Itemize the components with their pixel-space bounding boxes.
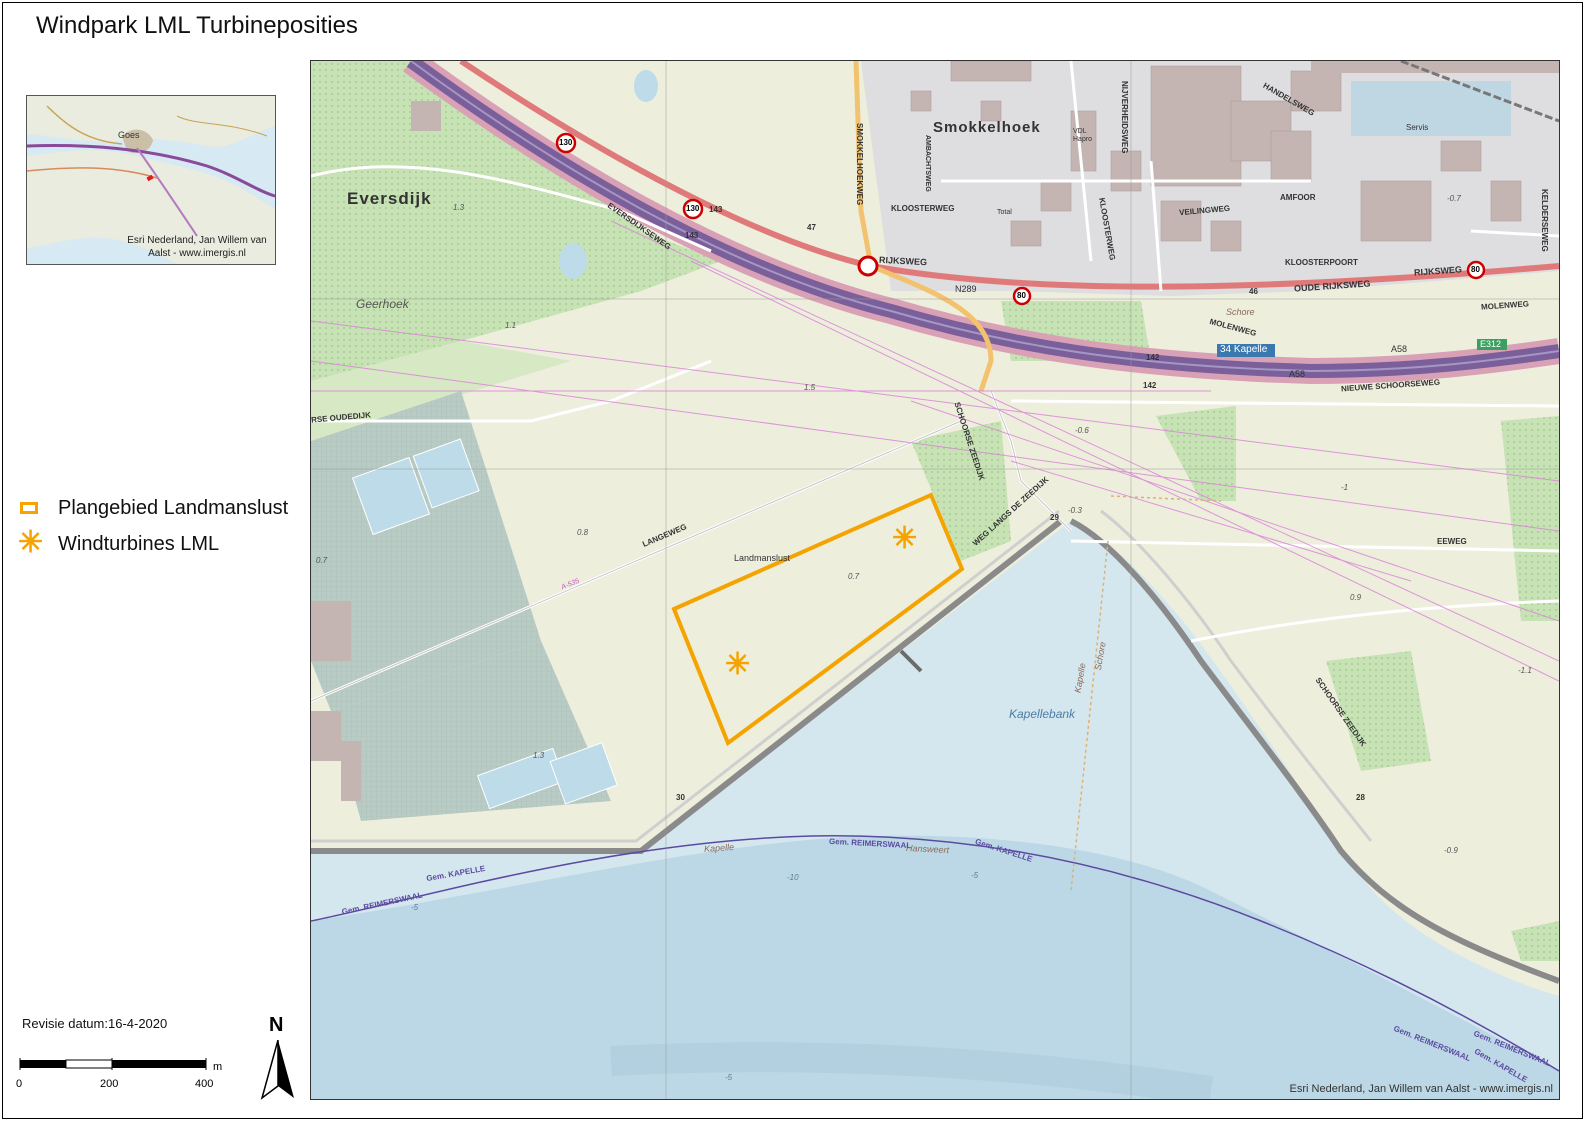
- number-143-b: 143: [685, 231, 699, 240]
- elevation-label: -0.7: [1447, 194, 1461, 203]
- number-142-a: 142: [1146, 353, 1160, 362]
- scale-tick-200: 200: [100, 1078, 119, 1090]
- north-label: N: [269, 1014, 284, 1036]
- revision-date: Revisie datum:16-4-2020: [22, 1016, 168, 1031]
- elevation-label: 0.7: [848, 572, 860, 581]
- road-smokkelhoekweg: SMOKKELHOEKWEG: [855, 123, 864, 206]
- legend: Plangebied Landmanslust ✳ Windturbines L…: [18, 490, 288, 562]
- road-kelderseweg: KELDERSEWEG: [1540, 189, 1549, 252]
- place-vdl: VDL Hapro: [1073, 128, 1093, 143]
- elevation-label: 0.9: [1350, 593, 1362, 602]
- road-eeweg: EEWEG: [1437, 537, 1467, 546]
- scale-tick-400: 400: [195, 1078, 214, 1090]
- shield-130-b: 130: [686, 204, 700, 213]
- inset-credit: Esri Nederland, Jan Willem van Aalst - w…: [127, 235, 267, 259]
- elevation-label: 1.1: [505, 321, 517, 330]
- road-a58: A58: [1289, 369, 1306, 379]
- turbine-marker-t2[interactable]: ✳: [725, 650, 750, 680]
- main-map[interactable]: ✳ ✳ Smokkelhoek Eversdijk Geerhoek Landm…: [310, 60, 1560, 1100]
- scale-bar: 0 200 400 m: [16, 1058, 233, 1098]
- overview-inset-map[interactable]: Goes Esri Nederland, Jan Willem van Aals…: [26, 95, 276, 265]
- number-28: 28: [1356, 793, 1365, 802]
- road-n289: N289: [955, 284, 977, 294]
- place-smokkelhoek: Smokkelhoek: [933, 119, 1041, 136]
- legend-item-windturbines: ✳ Windturbines LML: [18, 526, 288, 562]
- depth-label: -5: [971, 871, 979, 880]
- road-nijverheidsweg: NIJVERHEIDSWEG: [1120, 81, 1129, 154]
- road-e312: E312: [1480, 339, 1502, 349]
- elevation-label: 0.7: [316, 556, 328, 565]
- map-canvas: [311, 61, 1559, 1099]
- number-29: 29: [1050, 513, 1059, 522]
- place-servis: Servis: [1406, 123, 1429, 132]
- road-amfoor: AMFOOR: [1280, 193, 1316, 202]
- elevation-label: -0.6: [1075, 426, 1089, 435]
- road-a58-2: A58: [1391, 344, 1408, 354]
- place-geerhoek: Geerhoek: [356, 297, 409, 311]
- elevation-label: -1.1: [1518, 666, 1532, 675]
- place-kapellebank: Kapellebank: [1009, 707, 1076, 721]
- elevation-label: -1: [1341, 483, 1349, 492]
- number-47: 47: [807, 223, 816, 232]
- road-kloosterweg: KLOOSTERWEG: [891, 204, 955, 213]
- scale-unit: m: [213, 1061, 223, 1073]
- shield-80-a: 80: [1017, 291, 1026, 300]
- outline-rectangle-icon: [18, 496, 48, 520]
- road-kapelle-sign: 34 Kapelle: [1220, 344, 1268, 355]
- road-ambachtsweg: AMBACHTSWEG: [924, 135, 931, 192]
- elevation-label: -0.9: [1444, 846, 1458, 855]
- scale-tick-0: 0: [16, 1078, 23, 1090]
- place-landmanslust: Landmanslust: [734, 553, 791, 563]
- number-30: 30: [676, 793, 685, 802]
- number-46: 46: [1249, 287, 1258, 296]
- depth-label: -5: [411, 903, 419, 912]
- elevation-label: -0.3: [1068, 506, 1082, 515]
- place-eversdijk: Eversdijk: [347, 189, 432, 208]
- place-kapelle-water: Kapelle: [703, 841, 735, 855]
- shield-80-b: 80: [1471, 265, 1480, 274]
- depth-label: -10: [787, 873, 799, 882]
- elevation-label: 1.3: [533, 751, 545, 760]
- elevation-label: 0.8: [577, 528, 589, 537]
- legend-label: Plangebied Landmanslust: [58, 496, 289, 519]
- number-143-a: 143: [709, 205, 723, 214]
- elevation-label: 1.3: [453, 203, 465, 212]
- number-142-b: 142: [1143, 381, 1157, 390]
- legend-item-plangebied: Plangebied Landmanslust: [18, 490, 288, 526]
- map-credit: Esri Nederland, Jan Willem van Aalst - w…: [1289, 1083, 1553, 1095]
- depth-label: -5: [725, 1073, 733, 1082]
- map-title: Windpark LML Turbineposities: [36, 12, 358, 39]
- north-arrow-icon: [260, 1040, 294, 1100]
- inset-place-goes: Goes: [118, 130, 140, 140]
- elevation-label: 1.5: [804, 383, 816, 392]
- place-schore: Schore: [1226, 307, 1255, 317]
- turbine-marker-t1[interactable]: ✳: [892, 524, 917, 554]
- shield-130-a: 130: [559, 138, 573, 147]
- road-kloosterpoort: KLOOSTERPOORT: [1285, 258, 1358, 267]
- legend-label: Windturbines LML: [58, 532, 220, 555]
- place-total: Total: [997, 209, 1012, 216]
- asterisk-icon: ✳: [18, 526, 44, 559]
